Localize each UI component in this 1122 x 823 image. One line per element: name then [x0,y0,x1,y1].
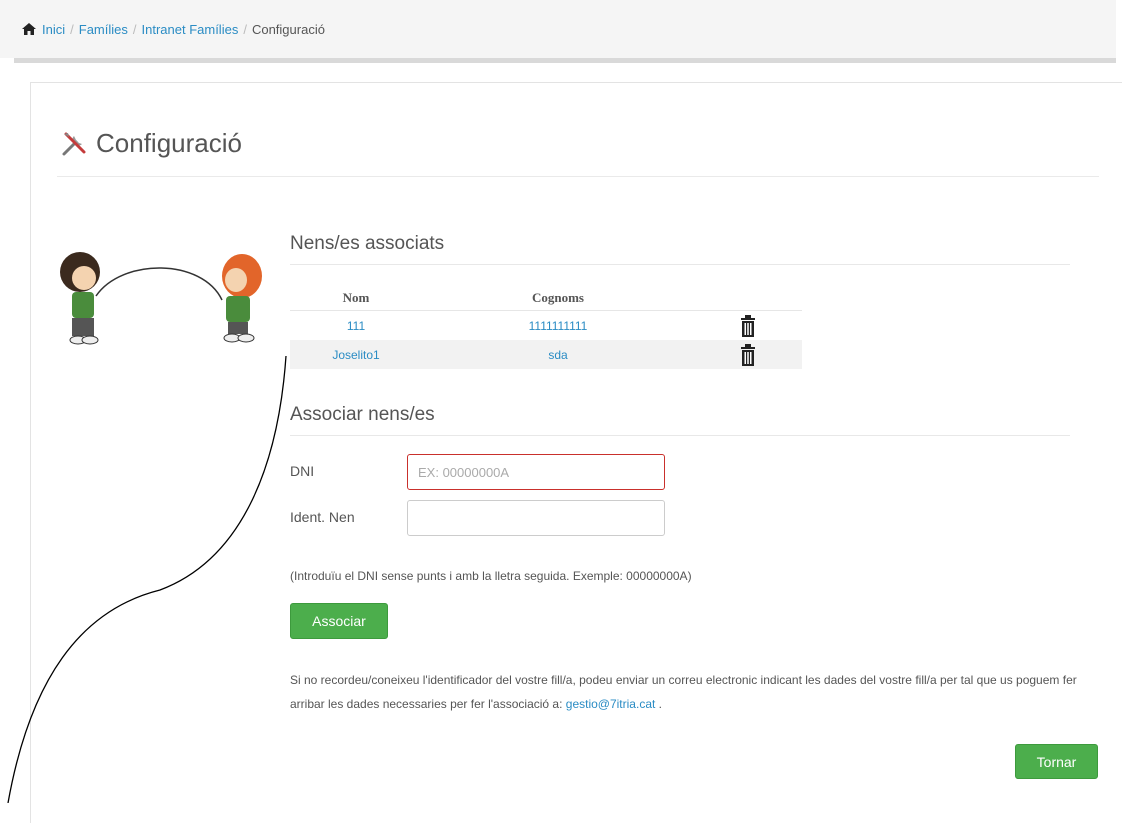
breadcrumb-link-inici[interactable]: Inici [42,22,65,37]
ident-input[interactable] [407,500,665,536]
back-button[interactable]: Tornar [1015,744,1098,779]
kid-surname-link[interactable]: sda [548,348,567,362]
associate-button[interactable]: Associar [290,603,388,639]
page-title: Configuració [60,128,242,159]
tools-icon [62,132,86,155]
dni-label: DNI [290,463,315,479]
breadcrumb-current: Configuració [251,21,325,37]
breadcrumb-separator: / [243,21,247,37]
dni-hint: (Introduïu el DNI sense punts i amb la l… [290,569,692,583]
breadcrumb-separator: / [70,21,74,37]
kids-illustration [60,252,262,345]
info-trailing: . [658,697,663,711]
home-icon[interactable] [22,23,36,35]
info-text: Si no recordeu/coneixeu l'identificador … [290,668,1090,716]
page-title-text: Configuració [96,128,242,158]
associated-table: Nom Cognoms 111 1111111111 Joselito1 sda [290,286,802,369]
email-link[interactable]: gestio@7itria.cat [566,697,656,711]
column-header-actions [694,286,802,311]
table-header-row: Nom Cognoms [290,286,802,311]
ident-label: Ident. Nen [290,509,355,525]
column-header-nom: Nom [290,286,422,311]
dni-input[interactable] [407,454,665,490]
associate-heading: Associar nens/es [290,404,435,425]
breadcrumb: Inici / Famílies / Intranet Famílies / C… [0,0,1116,58]
trash-icon[interactable] [740,314,756,337]
kid-name-link[interactable]: Joselito1 [332,348,379,362]
breadcrumb-divider [14,58,1116,63]
title-divider [57,176,1099,177]
breadcrumb-separator: / [132,21,137,37]
breadcrumb-link-intranet-families[interactable]: Intranet Famílies [142,22,239,37]
associated-divider [290,264,1070,265]
associate-divider [290,435,1070,436]
kid-surname-link[interactable]: 1111111111 [529,319,588,333]
trash-icon[interactable] [740,343,756,366]
kid-name-link[interactable]: 111 [347,319,365,333]
breadcrumb-link-families[interactable]: Famílies [79,22,128,37]
table-row: Joselito1 sda [290,340,802,369]
info-message: Si no recordeu/coneixeu l'identificador … [290,673,1077,711]
table-row: 111 1111111111 [290,311,802,341]
column-header-cognoms: Cognoms [422,286,694,311]
associated-heading: Nens/es associats [290,233,445,254]
